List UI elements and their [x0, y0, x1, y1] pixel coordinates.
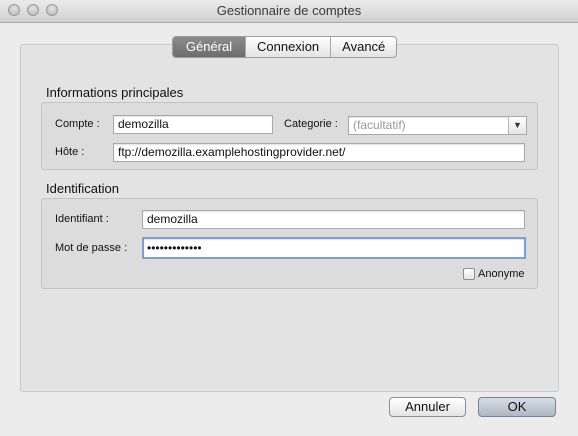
account-field[interactable]: demozilla: [113, 115, 273, 134]
account-value: demozilla: [118, 117, 169, 131]
tab-connection[interactable]: Connexion: [245, 37, 330, 57]
username-label: Identifiant :: [55, 213, 109, 225]
tab-general[interactable]: Général: [173, 37, 245, 57]
account-label: Compte :: [55, 118, 100, 130]
password-value: •••••••••••••: [147, 241, 202, 255]
chevron-down-icon[interactable]: ▼: [508, 117, 526, 134]
host-label: Hôte :: [55, 146, 85, 158]
account-manager-window: Gestionnaire de comptes Général Connexio…: [0, 0, 578, 436]
ok-button[interactable]: OK: [478, 397, 556, 417]
password-label: Mot de passe :: [55, 242, 128, 254]
anonymous-label: Anonyme: [478, 268, 525, 280]
username-value: demozilla: [147, 212, 198, 226]
host-field[interactable]: ftp://demozilla.examplehostingprovider.n…: [113, 143, 525, 162]
tab-advanced[interactable]: Avancé: [330, 37, 396, 57]
category-placeholder: (facultatif): [353, 118, 406, 132]
window-title: Gestionnaire de comptes: [216, 3, 362, 18]
identification-heading: Identification: [46, 181, 119, 196]
anonymous-checkbox[interactable]: [463, 268, 475, 280]
host-value: ftp://demozilla.examplehostingprovider.n…: [118, 145, 346, 159]
category-label: Categorie :: [284, 118, 338, 130]
main-info-heading: Informations principales: [46, 85, 184, 100]
password-field[interactable]: •••••••••••••: [142, 237, 526, 259]
cancel-button[interactable]: Annuler: [389, 397, 466, 417]
tab-bar: Général Connexion Avancé: [172, 36, 398, 58]
username-field[interactable]: demozilla: [142, 210, 525, 229]
title-bar: Gestionnaire de comptes: [0, 0, 578, 23]
category-combobox[interactable]: (facultatif) ▼: [348, 116, 527, 135]
